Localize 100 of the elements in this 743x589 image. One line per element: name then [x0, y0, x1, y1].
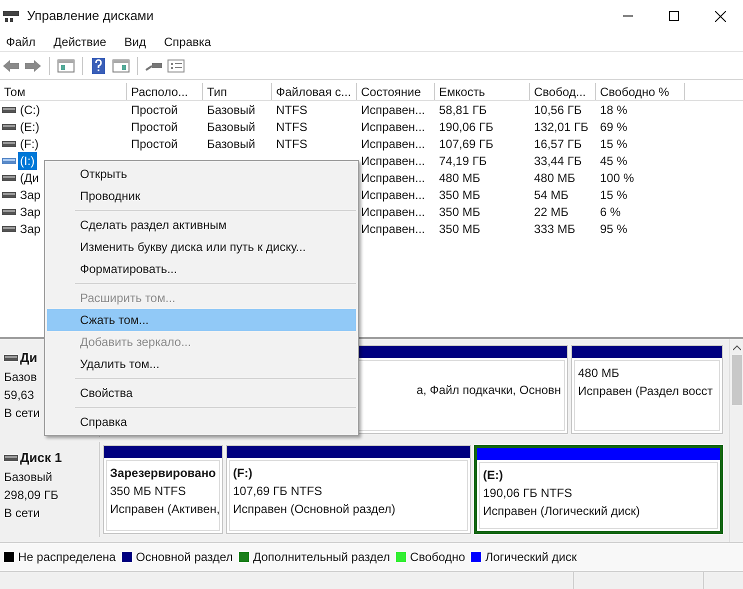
panel-icon[interactable] — [57, 56, 75, 74]
drive-icon — [2, 140, 16, 146]
context-menu-item[interactable]: Справка — [47, 411, 356, 433]
disk-name: Ди — [20, 349, 38, 367]
table-cell-text: 45 % — [600, 152, 628, 170]
table-cell-text: Базовый — [207, 118, 256, 136]
partition-name: Зарезервировано — [110, 465, 216, 482]
context-menu-item[interactable]: Сжать том... — [47, 309, 356, 331]
table-cell-text: NTFS — [276, 102, 308, 118]
partition-block[interactable]: (F:) 107,69 ГБ NTFS Исправен (Основной раздел) — [226, 445, 471, 534]
scroll-thumb[interactable] — [732, 355, 742, 405]
column-header[interactable]: Емкость — [435, 83, 530, 100]
table-cell-text: 333 МБ — [534, 220, 576, 238]
drive-icon — [2, 226, 16, 232]
disk-info: Базов — [4, 368, 38, 386]
context-menu-item[interactable]: Удалить том... — [47, 353, 356, 375]
disk-name: Диск 1 — [20, 449, 62, 467]
table-cell-text: 69 % — [600, 118, 628, 136]
help-icon[interactable] — [90, 56, 108, 74]
table-cell-text: Исправен... — [361, 152, 426, 170]
disk-info: 298,09 ГБ — [4, 486, 60, 504]
table-cell-text: Простой — [131, 102, 178, 118]
scroll-up-icon[interactable] — [732, 345, 740, 351]
window-title: Управление дисками — [27, 7, 154, 26]
table-cell[interactable]: (F:) — [18, 134, 41, 152]
panel-icon[interactable] — [112, 56, 130, 74]
menu-item[interactable]: Справка — [164, 32, 212, 50]
table-cell-text: 95 % — [600, 220, 628, 238]
partition-block[interactable]: Зарезервировано 350 МБ NTFS Исправен (Активен, — [103, 445, 223, 534]
table-cell-text: Базовый — [207, 102, 256, 118]
table-cell-text: 480 МБ — [439, 170, 480, 186]
table-cell-text: 6 % — [600, 204, 621, 220]
table-cell-text: 190,06 ГБ — [439, 118, 494, 136]
partition-size: 350 МБ NTFS — [110, 483, 187, 500]
legend-label: Логический диск — [485, 549, 577, 566]
table-cell-text: Исправен... — [361, 170, 426, 186]
drive-icon — [2, 192, 16, 198]
partition-size: 190,06 ГБ NTFS — [483, 485, 574, 502]
drive-icon — [2, 208, 16, 214]
table-cell[interactable]: (Ди — [18, 168, 41, 186]
table-cell[interactable]: Зар — [18, 202, 43, 220]
partition-status: Исправен (Основной раздел) — [233, 501, 396, 518]
disk-info: В сети — [4, 504, 41, 522]
column-header[interactable]: Свобод... — [530, 83, 596, 100]
scrollbar[interactable] — [729, 339, 743, 542]
legend-label: Не распределена — [18, 549, 116, 566]
table-cell[interactable]: Зар — [18, 186, 43, 204]
drive-icon — [2, 158, 16, 164]
column-header[interactable]: Файловая с... — [272, 83, 357, 100]
partition-name: (E:) — [483, 467, 504, 484]
column-header[interactable]: Свободно % — [596, 83, 685, 100]
menu-item[interactable]: Вид — [124, 32, 146, 50]
table-cell-text: Исправен... — [361, 118, 426, 136]
table-cell-text: NTFS — [276, 136, 308, 152]
table-cell-text: 74,19 ГБ — [439, 152, 487, 170]
context-menu-item[interactable]: Свойства — [47, 382, 356, 404]
table-cell-text: 15 % — [600, 186, 628, 204]
table-cell-text: 10,56 ГБ — [534, 102, 582, 118]
column-header[interactable]: Состояние — [357, 83, 435, 100]
partition-name: (F:) — [233, 465, 254, 482]
partition-block[interactable]: (E:) 190,06 ГБ NTFS Исправен (Логический диск) — [474, 445, 723, 534]
table-cell-text: 22 МБ — [534, 204, 569, 220]
context-menu-item[interactable]: Открыть — [47, 163, 356, 185]
table-cell-text: Исправен... — [361, 204, 426, 220]
column-header[interactable]: Располо... — [127, 83, 203, 100]
table-cell[interactable]: (E:) — [18, 118, 42, 136]
table-cell-text: Исправен... — [361, 186, 426, 204]
maximize-icon — [669, 11, 679, 21]
table-cell-text: Простой — [131, 118, 178, 136]
context-menu-item[interactable]: Сделать раздел активным — [47, 214, 356, 236]
legend-label: Свободно — [410, 549, 466, 566]
table-cell-text: Исправен... — [361, 136, 426, 152]
disk-management-icon — [3, 9, 19, 23]
table-cell[interactable]: Зар — [18, 220, 43, 238]
table-cell[interactable]: (I:) — [18, 152, 37, 170]
context-menu-item[interactable]: Проводник — [47, 185, 356, 207]
table-cell-text: Базовый — [207, 136, 256, 152]
table-cell-text: 54 МБ — [534, 186, 569, 204]
disk-info: В сети — [4, 404, 41, 422]
table-cell-text: 350 МБ — [439, 186, 480, 204]
drive-icon — [2, 174, 16, 180]
table-cell-text: Исправен... — [361, 102, 426, 118]
table-cell-text: 15 % — [600, 136, 628, 152]
column-header[interactable]: Том — [0, 83, 127, 100]
table-cell-text: 480 МБ — [534, 170, 576, 186]
context-menu-item[interactable]: Изменить букву диска или путь к диску... — [47, 236, 356, 258]
partition-status: Исправен (Логический диск) — [483, 503, 641, 520]
table-cell[interactable]: (C:) — [18, 100, 42, 118]
partition-block[interactable]: 480 МБ Исправен (Раздел восст — [571, 345, 723, 434]
context-menu-item[interactable]: Форматировать... — [47, 258, 356, 280]
column-header[interactable]: Тип — [203, 83, 272, 100]
legend-label: Дополнительный раздел — [252, 549, 390, 566]
table-cell-text: 350 МБ — [439, 204, 480, 220]
partition-size: 480 МБ — [578, 365, 620, 382]
menu-item[interactable]: Файл — [6, 32, 36, 50]
table-cell-text: 33,44 ГБ — [534, 152, 582, 170]
partition-status: Исправен (Раздел восст — [578, 383, 714, 400]
table-cell-text: 58,81 ГБ — [439, 102, 487, 118]
list-icon[interactable] — [167, 56, 185, 74]
menu-item[interactable]: Действие — [54, 32, 106, 50]
